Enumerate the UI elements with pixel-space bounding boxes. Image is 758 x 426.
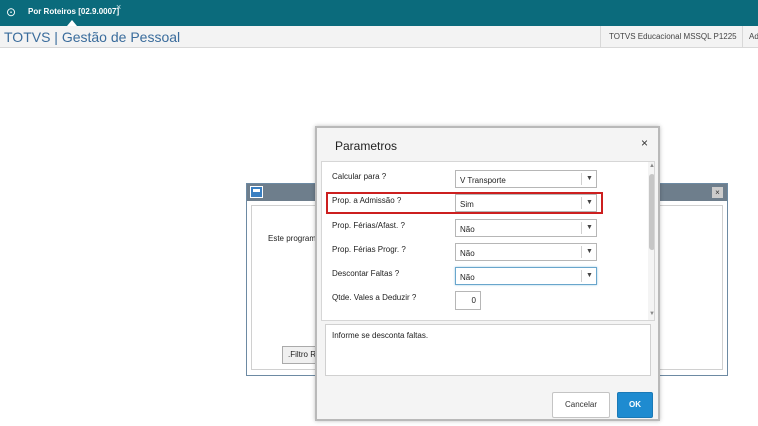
select-divider — [581, 173, 582, 185]
parameters-dialog: Parametros × Calcular para ? V Transport… — [315, 126, 660, 421]
scrollbar-thumb[interactable] — [649, 174, 654, 250]
select-divider — [581, 270, 582, 282]
select-value: Não — [460, 273, 475, 282]
chevron-down-icon[interactable]: ▼ — [586, 248, 593, 256]
prop-ferias-progr-select[interactable]: Não ▼ — [455, 243, 597, 261]
close-icon[interactable]: × — [641, 137, 648, 149]
environment-label[interactable]: TOTVS Educacional MSSQL P1225 — [600, 26, 737, 48]
cancel-button[interactable]: Cancelar — [552, 392, 610, 418]
param-label: Qtde. Vales a Deduzir ? — [332, 293, 417, 302]
param-label: Prop. a Admissão ? — [332, 196, 402, 205]
prop-ferias-afast-select[interactable]: Não ▼ — [455, 219, 597, 237]
close-icon[interactable]: × — [712, 187, 723, 198]
param-label: Calcular para ? — [332, 172, 387, 181]
top-tab-bar: ⊙ Por Roteiros [02.9.0007] × — [0, 0, 758, 26]
chevron-down-icon[interactable]: ▼ — [586, 199, 593, 207]
select-divider — [581, 246, 582, 258]
select-value: Sim — [460, 200, 474, 209]
qtde-vales-input[interactable]: 0 — [455, 291, 481, 310]
help-panel: Informe se desconta faltas. — [325, 324, 651, 376]
chevron-down-icon[interactable]: ▼ — [586, 224, 593, 232]
param-label: Prop. Férias/Afast. ? — [332, 221, 405, 230]
param-row-calcular-para: Calcular para ? V Transporte ▼ — [322, 170, 648, 194]
app-title-bar: TOTVS | Gestão de Pessoal TOTVS Educacio… — [0, 26, 758, 48]
window-icon — [250, 186, 263, 198]
ok-button[interactable]: OK — [617, 392, 653, 418]
chevron-down-icon[interactable]: ▼ — [586, 272, 593, 280]
param-row-prop-ferias-progr: Prop. Férias Progr. ? Não ▼ — [322, 243, 648, 267]
logo-circle-icon[interactable]: ⊙ — [4, 5, 18, 19]
dialog-title: Parametros — [335, 139, 398, 153]
program-description: Este program — [268, 234, 317, 243]
param-label: Prop. Férias Progr. ? — [332, 245, 406, 254]
scroll-down-icon[interactable]: ▼ — [649, 310, 654, 318]
select-divider — [581, 222, 582, 234]
select-value: V Transporte — [460, 176, 506, 185]
close-icon[interactable]: × — [116, 3, 121, 12]
descontar-faltas-select[interactable]: Não ▼ — [455, 267, 597, 285]
param-row-prop-ferias-afast: Prop. Férias/Afast. ? Não ▼ — [322, 219, 648, 243]
param-row-descontar-faltas: Descontar Faltas ? Não ▼ — [322, 267, 648, 291]
prop-admissao-select[interactable]: Sim ▼ — [455, 194, 597, 212]
select-divider — [581, 197, 582, 209]
calcular-para-select[interactable]: V Transporte ▼ — [455, 170, 597, 188]
params-scrollbar[interactable]: ▲ ▼ — [648, 162, 654, 320]
scroll-up-icon[interactable]: ▲ — [649, 162, 654, 170]
param-row-qtde-vales: Qtde. Vales a Deduzir ? 0 — [322, 291, 648, 315]
app-title: TOTVS | Gestão de Pessoal — [4, 29, 181, 45]
param-label: Descontar Faltas ? — [332, 269, 400, 278]
help-text: Informe se desconta faltas. — [332, 331, 429, 340]
parameters-list: Calcular para ? V Transporte ▼ Prop. a A… — [321, 161, 655, 321]
param-row-prop-admissao: Prop. a Admissão ? Sim ▼ — [322, 192, 648, 218]
user-label[interactable]: Ad — [742, 26, 758, 48]
select-value: Não — [460, 249, 475, 258]
select-value: Não — [460, 225, 475, 234]
chevron-down-icon[interactable]: ▼ — [586, 175, 593, 183]
